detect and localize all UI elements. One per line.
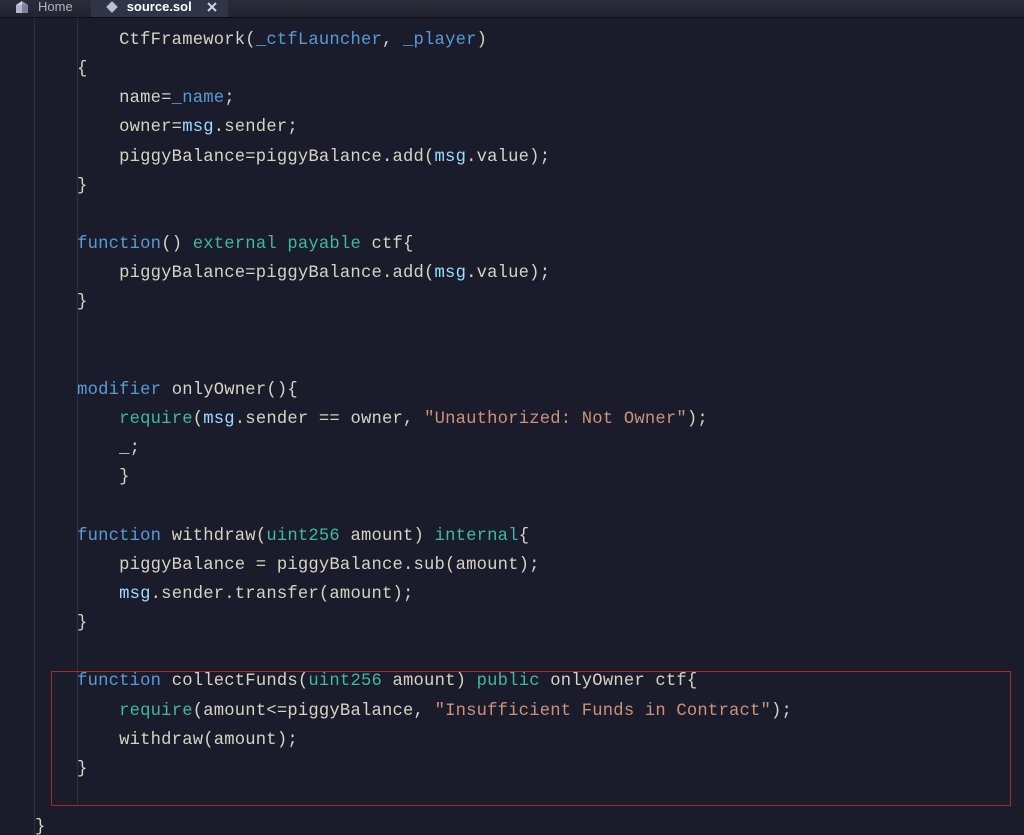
code-line: } xyxy=(0,463,1024,492)
code-line: require(amount<=piggyBalance, "Insuffici… xyxy=(0,697,1024,726)
code-line: withdraw(amount); xyxy=(0,726,1024,755)
home-icon xyxy=(14,0,30,15)
close-icon[interactable] xyxy=(206,1,218,13)
code-line: owner=msg.sender; xyxy=(0,113,1024,142)
code-line: piggyBalance=piggyBalance.add(msg.value)… xyxy=(0,259,1024,288)
code-line xyxy=(0,347,1024,376)
code-line: piggyBalance=piggyBalance.add(msg.value)… xyxy=(0,143,1024,172)
code-line: } xyxy=(0,755,1024,784)
code-line: piggyBalance = piggyBalance.sub(amount); xyxy=(0,551,1024,580)
tab-home-label: Home xyxy=(38,0,73,14)
code-line: } xyxy=(0,172,1024,201)
code-line: } xyxy=(0,609,1024,638)
code-line xyxy=(0,493,1024,522)
code-line xyxy=(0,638,1024,667)
code-line: modifier onlyOwner(){ xyxy=(0,376,1024,405)
code-line: function() external payable ctf{ xyxy=(0,230,1024,259)
code-line: require(msg.sender == owner, "Unauthoriz… xyxy=(0,405,1024,434)
tab-source-label: source.sol xyxy=(127,0,192,14)
code-line: } xyxy=(0,813,1024,835)
code-line xyxy=(0,201,1024,230)
code-line xyxy=(0,318,1024,347)
code-line: { xyxy=(0,55,1024,84)
code-line xyxy=(0,784,1024,813)
code-line: CtfFramework(_ctfLauncher, _player) xyxy=(0,26,1024,55)
code-line: _; xyxy=(0,434,1024,463)
code-editor[interactable]: CtfFramework(_ctfLauncher, _player) { na… xyxy=(0,18,1024,835)
indent-guide xyxy=(77,18,78,806)
code-line: function withdraw(uint256 amount) intern… xyxy=(0,522,1024,551)
tab-bar: Home source.sol xyxy=(0,0,1024,18)
tab-source[interactable]: source.sol xyxy=(91,0,228,17)
tab-home[interactable]: Home xyxy=(0,0,91,17)
indent-guide xyxy=(34,18,35,835)
code-line: function collectFunds(uint256 amount) pu… xyxy=(0,667,1024,696)
code-line: msg.sender.transfer(amount); xyxy=(0,580,1024,609)
code-line: } xyxy=(0,288,1024,317)
code-container: CtfFramework(_ctfLauncher, _player) { na… xyxy=(0,26,1024,835)
code-line: name=_name; xyxy=(0,84,1024,113)
solidity-file-icon xyxy=(105,0,119,14)
